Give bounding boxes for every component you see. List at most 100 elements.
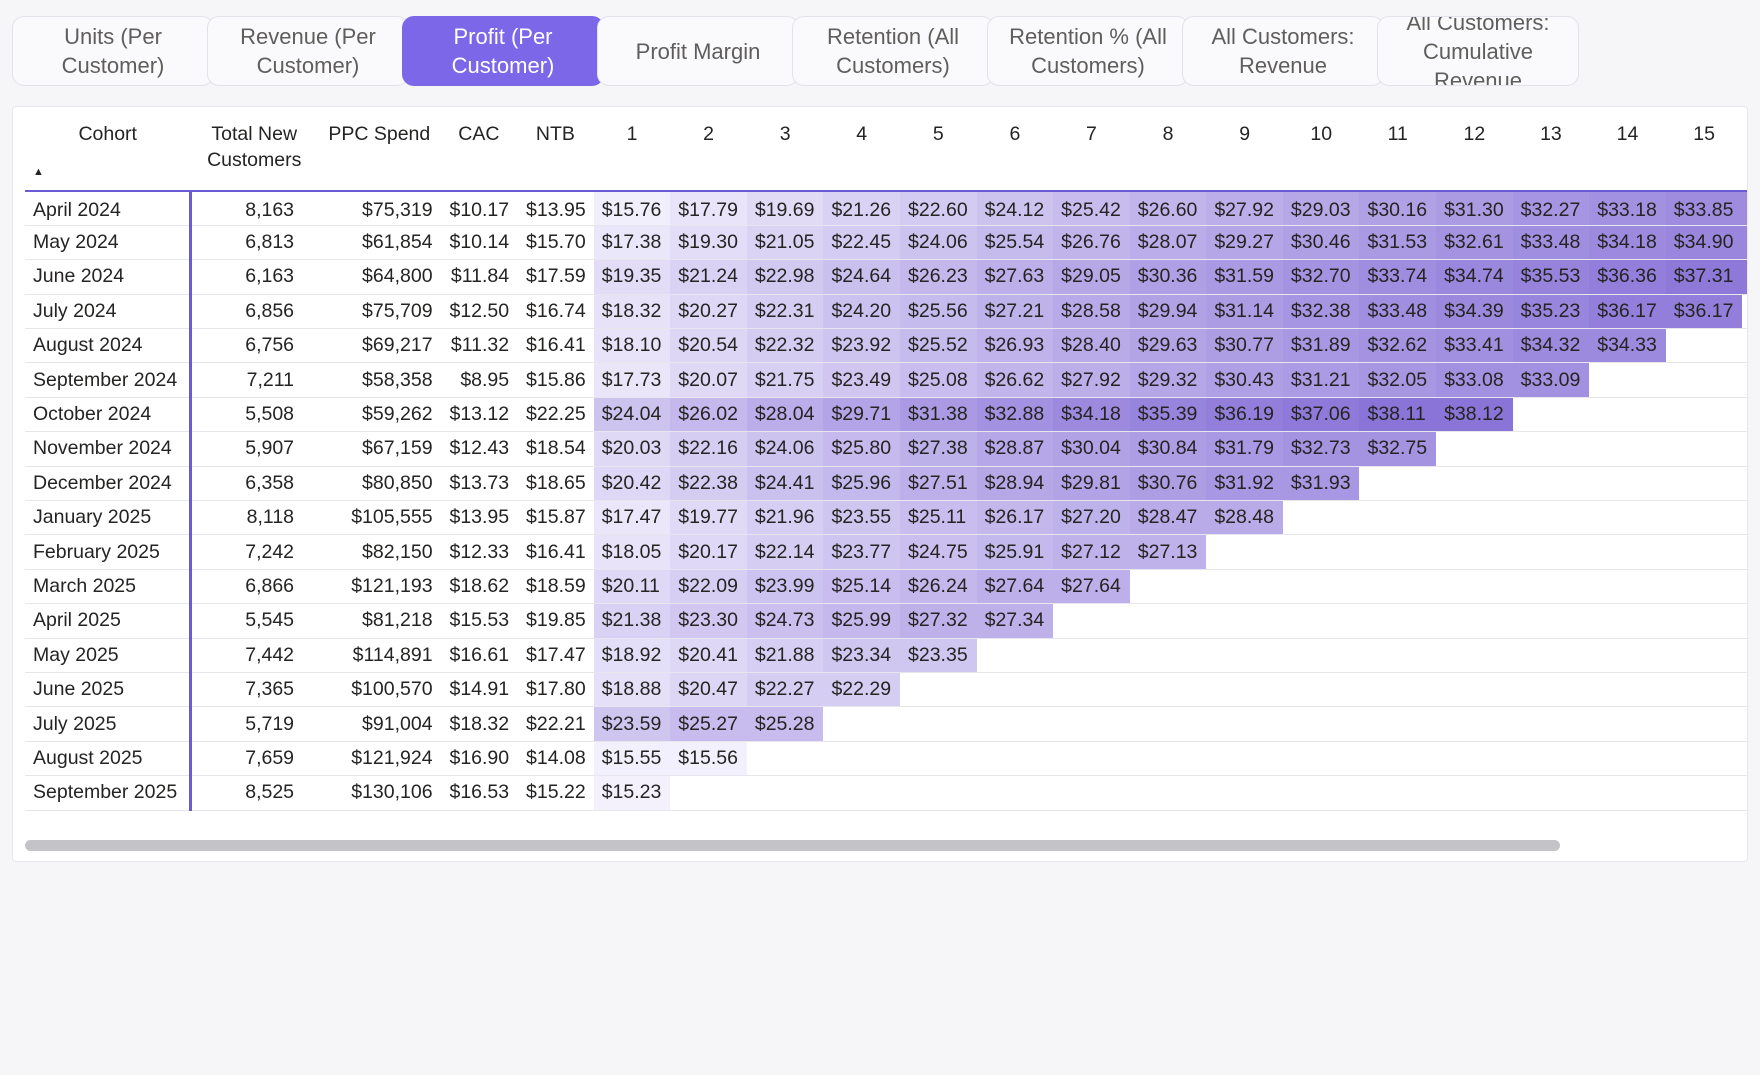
month-value-cell: $27.21 — [976, 294, 1054, 330]
month-value-cell: $26.23 — [900, 259, 977, 295]
table-row[interactable]: August 2025 7,659 $121,924 $16.90 $14.08 $15.… — [25, 741, 1747, 777]
table-row[interactable]: February 2025 7,242 $82,150 $12.33 $16.41 $18… — [25, 534, 1747, 570]
column-header-ppc-spend[interactable]: PPC Spend — [318, 107, 441, 192]
month-value-cell: $24.64 — [823, 259, 901, 295]
ntb-cell: $22.25 — [517, 397, 594, 433]
tab-profit-margin[interactable]: Profit Margin — [597, 16, 799, 86]
month-value-cell: $20.17 — [670, 534, 747, 570]
empty-cell — [1282, 534, 1360, 570]
ntb-cell: $18.65 — [517, 466, 594, 502]
month-value-cell: $34.18 — [1053, 397, 1130, 433]
column-header-month-6[interactable]: 6 — [976, 107, 1054, 192]
table-row[interactable]: June 2024 6,163 $64,800 $11.84 $17.59 $19.35 $… — [25, 259, 1747, 295]
sort-ascending-icon[interactable]: ▲ — [33, 159, 44, 185]
empty-cell — [1282, 569, 1360, 605]
month-value-cell: $18.05 — [593, 534, 671, 570]
column-header-month-7[interactable]: 7 — [1053, 107, 1130, 192]
table-row[interactable]: May 2024 6,813 $61,854 $10.14 $15.70 $17.38 $1… — [25, 225, 1747, 261]
column-header-month-3[interactable]: 3 — [746, 107, 824, 192]
table-row[interactable]: January 2025 8,118 $105,555 $13.95 $15.87 $17… — [25, 500, 1747, 536]
tab-units-per-customer[interactable]: Units (Per Customer) — [12, 16, 214, 86]
table-row[interactable]: March 2025 6,866 $121,193 $18.62 $18.59 $20.1… — [25, 569, 1747, 605]
tab-all-customers-cumulative-revenue[interactable]: All Customers: Cumulative Revenue — [1377, 16, 1579, 86]
table-row[interactable]: May 2025 7,442 $114,891 $16.61 $17.47 $18.92 $… — [25, 638, 1747, 673]
empty-cell — [1512, 431, 1590, 467]
column-header-month-12[interactable]: 12 — [1436, 107, 1513, 192]
column-header-month-2[interactable]: 2 — [670, 107, 747, 192]
empty-cell — [1589, 362, 1666, 398]
total-new-customers-cell: 8,525 — [190, 775, 319, 811]
month-value-cell: $22.98 — [746, 259, 824, 295]
empty-cell — [1512, 534, 1590, 570]
month-value-cell: $27.34 — [976, 603, 1054, 639]
tab-all-customers-revenue[interactable]: All Customers: Revenue — [1182, 16, 1384, 86]
cac-cell: $12.50 — [440, 294, 518, 330]
month-value-cell: $29.05 — [1053, 259, 1130, 295]
month-value-cell: $33.85 — [1665, 191, 1743, 226]
month-value-cell: $25.96 — [823, 466, 901, 502]
table-row[interactable]: July 2024 6,856 $75,709 $12.50 $16.74 $18.32 $… — [25, 294, 1747, 330]
column-header-month-14[interactable]: 14 — [1589, 107, 1666, 192]
empty-cell — [1359, 500, 1437, 536]
month-value-cell: $21.24 — [670, 259, 747, 295]
month-value-cell: $24.12 — [976, 191, 1054, 226]
empty-cell — [1742, 741, 1747, 777]
empty-cell — [1512, 741, 1590, 777]
column-header-cohort[interactable]: Cohort ▲ — [25, 107, 191, 192]
horizontal-scrollbar[interactable] — [25, 840, 1560, 851]
month-value-cell: $21.26 — [823, 191, 901, 226]
ppc-spend-cell: $121,193 — [318, 569, 441, 605]
month-value-cell: $25.14 — [823, 569, 901, 605]
tab-revenue-per-customer[interactable]: Revenue (Per Customer) — [207, 16, 409, 86]
month-value-cell: $25.56 — [900, 294, 977, 330]
table-row[interactable]: August 2024 6,756 $69,217 $11.32 $16.41 $18.1… — [25, 328, 1747, 364]
month-value-cell: $23.92 — [823, 328, 901, 364]
column-header-month-8[interactable]: 8 — [1129, 107, 1207, 192]
month-value-cell: $33.74 — [1359, 259, 1437, 295]
month-value-cell: $29.71 — [823, 397, 901, 433]
empty-cell — [976, 775, 1054, 811]
column-header-month-13[interactable]: 13 — [1512, 107, 1590, 192]
tab-retention-all-customers[interactable]: Retention % (All Customers) — [987, 16, 1189, 86]
column-header-total-new-customers[interactable]: Total New Customers — [190, 107, 319, 192]
column-header-cac[interactable]: CAC — [440, 107, 518, 192]
table-row[interactable]: November 2024 5,907 $67,159 $12.43 $18.54 $20… — [25, 431, 1747, 467]
empty-cell — [1665, 397, 1743, 433]
table-row[interactable]: December 2024 6,358 $80,850 $13.73 $18.65 $20… — [25, 466, 1747, 502]
month-value-cell: $33.48 — [1359, 294, 1437, 330]
empty-cell — [1129, 741, 1207, 777]
column-header-month-11[interactable]: 11 — [1359, 107, 1437, 192]
cac-cell: $13.12 — [440, 397, 518, 433]
column-header-month-4[interactable]: 4 — [823, 107, 901, 192]
ntb-cell: $15.86 — [517, 362, 594, 398]
month-value-cell: $29.94 — [1129, 294, 1207, 330]
table-row[interactable]: September 2024 7,211 $58,358 $8.95 $15.86 $17… — [25, 362, 1747, 398]
column-header-ntb[interactable]: NTB — [517, 107, 594, 192]
table-row[interactable]: September 2025 8,525 $130,106 $16.53 $15.22 $… — [25, 775, 1747, 811]
month-value-cell: $25.52 — [900, 328, 977, 364]
column-header-month-9[interactable]: 9 — [1206, 107, 1283, 192]
tab-retention-all-customers[interactable]: Retention (All Customers) — [792, 16, 994, 86]
total-new-customers-cell: 6,756 — [190, 328, 319, 364]
month-value-cell: $25.42 — [1053, 191, 1130, 226]
ppc-spend-cell: $130,106 — [318, 775, 441, 811]
empty-cell — [1282, 500, 1360, 536]
column-header-month-10[interactable]: 10 — [1282, 107, 1360, 192]
empty-cell — [1742, 534, 1747, 570]
column-header-month-1[interactable]: 1 — [593, 107, 671, 192]
table-row[interactable]: April 2025 5,545 $81,218 $15.53 $19.85 $21.38… — [25, 603, 1747, 639]
month-value-cell: $24.75 — [900, 534, 977, 570]
column-header-month-partial[interactable]: · — [1742, 107, 1747, 192]
cac-cell: $18.32 — [440, 706, 518, 742]
column-header-month-15[interactable]: 15 — [1665, 107, 1743, 192]
table-row[interactable]: June 2025 7,365 $100,570 $14.91 $17.80 $18.88… — [25, 672, 1747, 708]
cac-cell: $10.14 — [440, 225, 518, 261]
table-row[interactable]: July 2025 5,719 $91,004 $18.32 $22.21 $23.59 $… — [25, 706, 1747, 742]
empty-cell — [976, 672, 1054, 708]
column-header-month-5[interactable]: 5 — [900, 107, 977, 192]
table-row[interactable]: October 2024 5,508 $59,262 $13.12 $22.25 $24.… — [25, 397, 1747, 433]
total-new-customers-cell: 5,719 — [190, 706, 319, 742]
table-row[interactable]: April 2024 8,163 $75,319 $10.17 $13.95 $15.76… — [25, 191, 1747, 226]
tab-profit-per-customer[interactable]: Profit (Per Customer) — [402, 16, 604, 86]
ppc-spend-cell: $105,555 — [318, 500, 441, 536]
